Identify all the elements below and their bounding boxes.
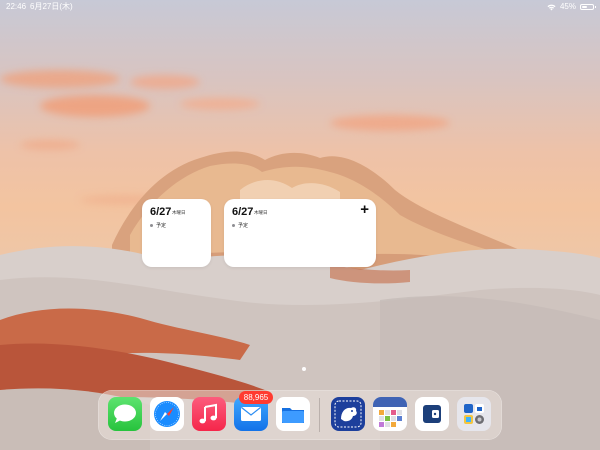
music-app-icon[interactable] — [192, 397, 226, 431]
wifi-icon — [547, 4, 556, 10]
widget-event: 予定 — [232, 222, 248, 229]
dock-divider — [319, 398, 320, 432]
calendar-grid-app-icon[interactable] — [373, 397, 407, 431]
dock — [98, 390, 502, 440]
widget-weekday: 木曜日 — [172, 210, 186, 215]
widget-event-label: 予定 — [156, 223, 167, 229]
mail-unread-badge: 88,965 — [239, 391, 273, 404]
battery-icon — [580, 4, 596, 10]
widget-event-label: 予定 — [238, 223, 249, 229]
app-folder-icon[interactable] — [457, 397, 491, 431]
bird-app-icon[interactable] — [331, 397, 365, 431]
status-indicators: 45% — [547, 0, 596, 14]
battery-percentage: 45% — [559, 2, 576, 11]
event-dot-icon — [232, 224, 235, 227]
files-app-icon[interactable] — [276, 397, 310, 431]
page-indicator-dot[interactable] — [302, 367, 306, 371]
status-date: 6月27日(木) — [30, 2, 73, 11]
widget-date: 6/27 — [232, 206, 254, 218]
messages-app-icon[interactable] — [108, 397, 142, 431]
calendar-widget-medium[interactable]: 6/27 木曜日 予定 + — [224, 199, 376, 267]
widget-event: 予定 — [150, 222, 166, 229]
status-bar: 22:46 6月27日(木) 45% — [0, 0, 600, 14]
widget-weekday: 木曜日 — [254, 210, 268, 215]
event-dot-icon — [150, 224, 153, 227]
widget-date: 6/27 — [150, 206, 172, 218]
status-time: 22:46 — [6, 2, 27, 11]
wallet-app-icon[interactable] — [415, 397, 449, 431]
safari-app-icon[interactable] — [150, 397, 184, 431]
calendar-widget-small[interactable]: 6/27 木曜日 予定 — [142, 199, 211, 267]
add-event-button[interactable]: + — [360, 202, 369, 217]
